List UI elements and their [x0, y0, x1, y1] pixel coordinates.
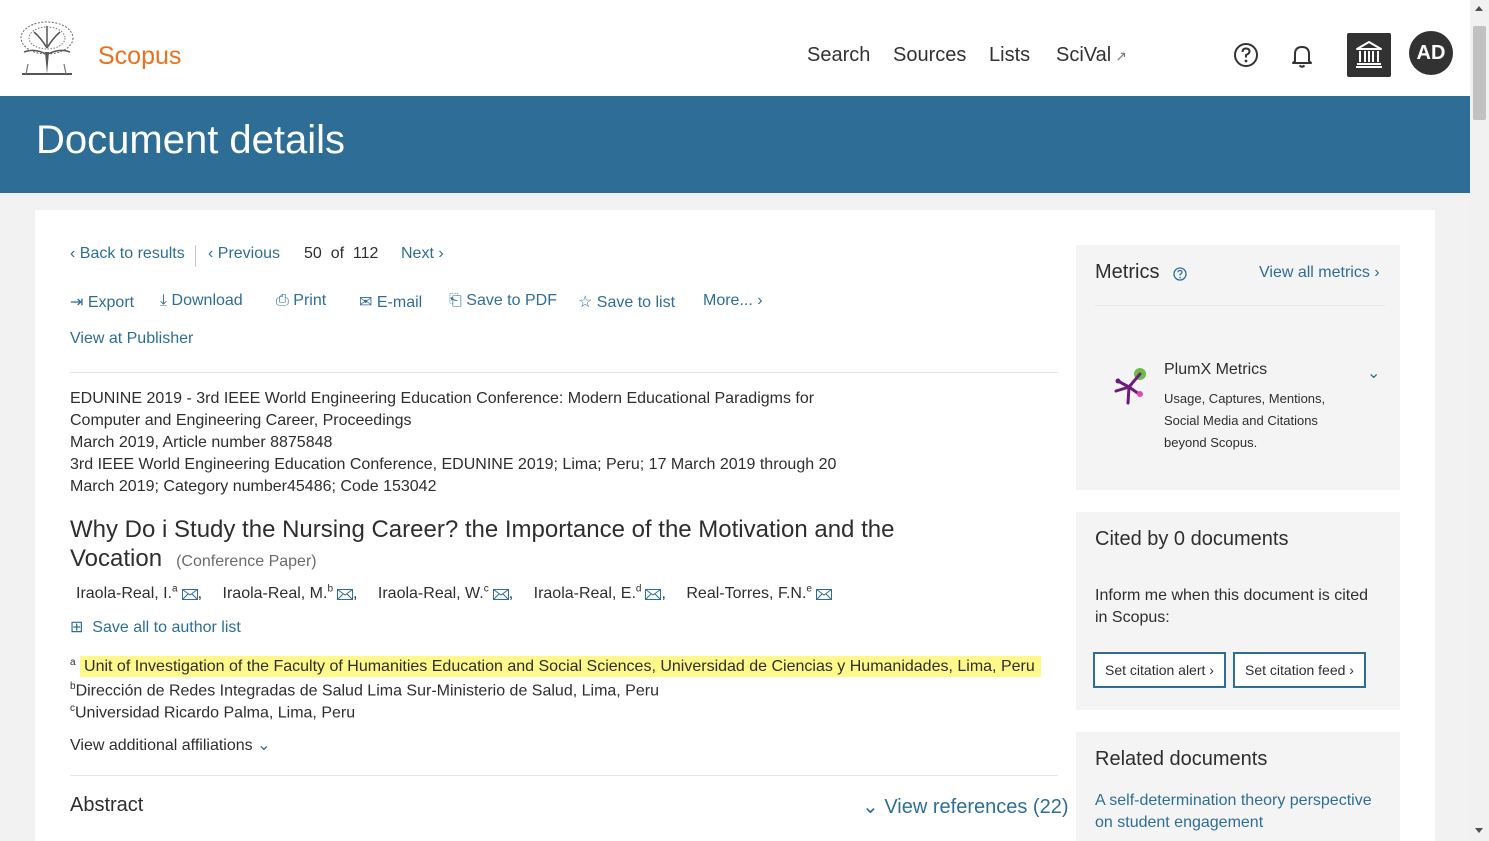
- chevron-down-icon[interactable]: ⌄: [1367, 363, 1380, 382]
- nav-scival-label: SciVal: [1056, 44, 1112, 66]
- info-icon[interactable]: [1173, 267, 1187, 281]
- plumx-title[interactable]: PlumX Metrics: [1164, 361, 1267, 379]
- bell-icon[interactable]: [1287, 40, 1317, 70]
- chevron-down-icon: ⌄: [257, 737, 271, 754]
- page-banner: Document details: [0, 96, 1470, 193]
- star-icon: ☆: [578, 294, 593, 311]
- user-avatar[interactable]: AD: [1409, 31, 1453, 75]
- chevron-right-icon: ›: [752, 292, 763, 309]
- envelope-icon[interactable]: [492, 589, 509, 601]
- scroll-up-arrow-icon[interactable]: [1475, 6, 1483, 11]
- affiliation-highlight: Unit of Investigation of the Faculty of …: [80, 656, 1041, 678]
- institution-icon: [1356, 41, 1382, 68]
- back-to-results-link[interactable]: ‹ Back to results: [70, 245, 185, 263]
- envelope-icon: ✉: [359, 294, 373, 311]
- cited-by-title: Cited by 0 documents: [1095, 528, 1289, 550]
- chevron-left-icon: ‹: [70, 245, 80, 262]
- divider: [1095, 305, 1385, 306]
- scroll-thumb[interactable]: [1473, 26, 1486, 120]
- help-icon[interactable]: [1231, 40, 1261, 70]
- divider: [70, 775, 1058, 776]
- source-line: EDUNINE 2019 - 3rd IEEE World Engineerin…: [70, 390, 815, 407]
- chevron-left-icon: ‹: [208, 245, 218, 262]
- related-documents-panel: Related documents A self-determination t…: [1076, 732, 1400, 841]
- envelope-icon[interactable]: [815, 589, 832, 601]
- printer-icon: ⎙: [276, 292, 289, 309]
- set-citation-feed-button[interactable]: Set citation feed ›: [1233, 652, 1366, 688]
- author-list-icon: ⊞: [70, 619, 84, 636]
- author-item[interactable]: Real-Torres, F.N.e: [686, 584, 832, 602]
- nav-lists[interactable]: Lists: [989, 44, 1030, 67]
- affiliation-b: bDirección de Redes Integradas de Salud …: [70, 681, 659, 700]
- pdf-icon: ⎗: [449, 292, 462, 309]
- author-list: Iraola-Real, I.a, Iraola-Real, M.b, Irao…: [76, 584, 848, 603]
- institution-button[interactable]: [1347, 33, 1391, 77]
- related-documents-title: Related documents: [1095, 748, 1268, 770]
- chevron-right-icon: ›: [1369, 264, 1380, 281]
- divider: [70, 372, 1058, 373]
- save-to-pdf-button[interactable]: ⎗ Save to PDF: [449, 292, 557, 310]
- print-button[interactable]: ⎙ Print: [276, 292, 326, 310]
- related-document-link[interactable]: A self-determination theory perspective …: [1095, 790, 1372, 834]
- elsevier-tree-logo[interactable]: [16, 18, 78, 76]
- document-title: Why Do i Study the Nursing Career? the I…: [70, 516, 895, 543]
- scopus-brand[interactable]: Scopus: [98, 42, 181, 71]
- save-to-list-button[interactable]: ☆ Save to list: [578, 292, 675, 312]
- document-title-cont: Vocation (Conference Paper): [70, 545, 317, 572]
- scrollbar[interactable]: [1470, 0, 1489, 841]
- document-type: (Conference Paper): [176, 553, 317, 570]
- next-link[interactable]: Next ›: [401, 245, 444, 263]
- envelope-icon[interactable]: [337, 589, 353, 601]
- save-all-to-author-list-link[interactable]: ⊞ Save all to author list: [70, 617, 241, 637]
- view-references-link[interactable]: ⌄ View references (22): [862, 794, 1069, 819]
- export-button[interactable]: ⇥ Export: [70, 292, 134, 312]
- nav-sources[interactable]: Sources: [893, 44, 966, 67]
- author-item[interactable]: Iraola-Real, I.a,: [76, 584, 202, 602]
- author-item[interactable]: Iraola-Real, E.d,: [534, 584, 666, 602]
- chevron-right-icon: ›: [1345, 662, 1354, 678]
- scroll-down-arrow-icon[interactable]: [1475, 828, 1483, 833]
- abstract-heading: Abstract: [70, 794, 144, 816]
- plumx-logo-icon: [1114, 368, 1146, 405]
- envelope-icon[interactable]: [181, 589, 198, 601]
- page-title: Document details: [36, 118, 346, 162]
- download-button[interactable]: ⤓ Download: [160, 292, 243, 310]
- source-line: March 2019, Article number 8875848: [70, 434, 333, 451]
- author-item[interactable]: Iraola-Real, M.b,: [223, 584, 358, 602]
- chevron-right-icon: ›: [1205, 662, 1214, 678]
- view-additional-affiliations-link[interactable]: View additional affiliations ⌄: [70, 735, 271, 755]
- export-icon: ⇥: [70, 294, 84, 311]
- source-line: Computer and Engineering Career, Proceed…: [70, 412, 412, 429]
- chevron-right-icon: ›: [433, 245, 444, 262]
- external-link-icon: ↗: [1115, 48, 1127, 64]
- affiliation-c: cUniversidad Ricardo Palma, Lima, Peru: [70, 703, 356, 722]
- more-button[interactable]: More... ›: [703, 292, 763, 310]
- top-header: Scopus Search Sources Lists SciVal ↗ AD: [0, 0, 1470, 96]
- affiliation-a: a Unit of Investigation of the Faculty o…: [70, 656, 1041, 678]
- nav-search[interactable]: Search: [807, 44, 870, 67]
- email-button[interactable]: ✉ E-mail: [359, 292, 422, 312]
- author-item[interactable]: Iraola-Real, W.c,: [378, 584, 513, 602]
- envelope-icon[interactable]: [645, 589, 662, 601]
- result-position: 50 of 112: [304, 245, 379, 262]
- previous-link[interactable]: ‹ Previous: [208, 245, 280, 263]
- set-citation-alert-button[interactable]: Set citation alert ›: [1093, 652, 1226, 688]
- plumx-description: Usage, Captures, Mentions, Social Media …: [1164, 391, 1326, 450]
- cited-by-description: Inform me when this document is cited in…: [1095, 587, 1369, 626]
- nav-scival[interactable]: SciVal ↗: [1056, 44, 1127, 67]
- chevron-down-icon: ⌄: [862, 796, 879, 818]
- view-at-publisher-link[interactable]: View at Publisher: [70, 330, 193, 348]
- divider: [195, 245, 196, 267]
- metrics-title: Metrics: [1095, 261, 1160, 283]
- source-line: 3rd IEEE World Engineering Education Con…: [70, 456, 837, 473]
- metrics-panel: Metrics View all metrics › PlumX Metrics…: [1076, 245, 1400, 490]
- view-all-metrics-link[interactable]: View all metrics ›: [1259, 264, 1380, 282]
- source-line: March 2019; Category number45486; Code 1…: [70, 478, 437, 495]
- download-icon: ⤓: [160, 292, 168, 309]
